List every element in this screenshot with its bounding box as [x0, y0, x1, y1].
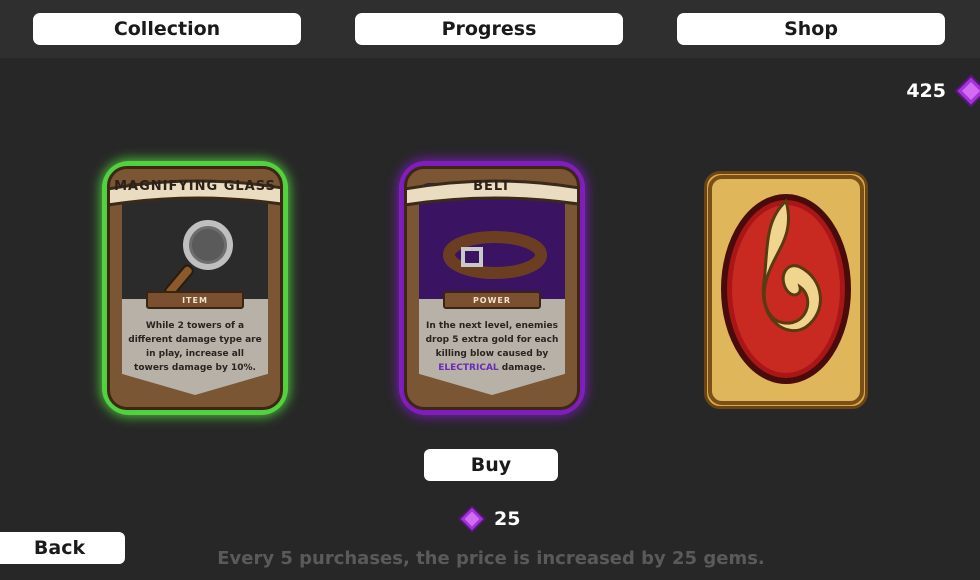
card-type-label: POWER [443, 291, 541, 309]
card-belt[interactable]: BELT POWER In the next level, enemies dr… [404, 166, 580, 410]
gem-balance: 425 [906, 74, 980, 108]
card-description-highlight: ELECTRICAL [438, 363, 499, 373]
card-type-label: ITEM [146, 291, 244, 309]
card-description-text: In the next level, enemies drop 5 extra … [425, 321, 559, 359]
flame-emblem-icon [708, 175, 864, 405]
card-title: BELT [473, 179, 511, 194]
tab-progress[interactable]: Progress [355, 13, 623, 45]
card-title: MAGNIFYING GLASS [114, 179, 276, 194]
top-nav-bar: Collection Progress Shop [0, 0, 980, 58]
price-value: 25 [494, 508, 521, 530]
card-description-text-end: damage. [498, 363, 546, 373]
card-face-down[interactable] [704, 171, 868, 409]
card-description: In the next level, enemies drop 5 extra … [425, 319, 559, 375]
card-magnifying-glass[interactable]: MAGNIFYING GLASS ITEM While 2 towers of … [107, 166, 283, 410]
gem-balance-value: 425 [906, 80, 946, 102]
tab-shop[interactable]: Shop [677, 13, 945, 45]
card-frame: BELT POWER In the next level, enemies dr… [404, 166, 580, 410]
card-frame: MAGNIFYING GLASS ITEM While 2 towers of … [107, 166, 283, 410]
price: 25 [458, 505, 520, 533]
card-description: While 2 towers of a different damage typ… [128, 321, 262, 373]
buy-button[interactable]: Buy [424, 449, 558, 481]
gem-icon [954, 74, 980, 108]
price-increase-note: Every 5 purchases, the price is increase… [217, 548, 765, 569]
tab-collection[interactable]: Collection [33, 13, 301, 45]
gem-icon [458, 505, 486, 533]
